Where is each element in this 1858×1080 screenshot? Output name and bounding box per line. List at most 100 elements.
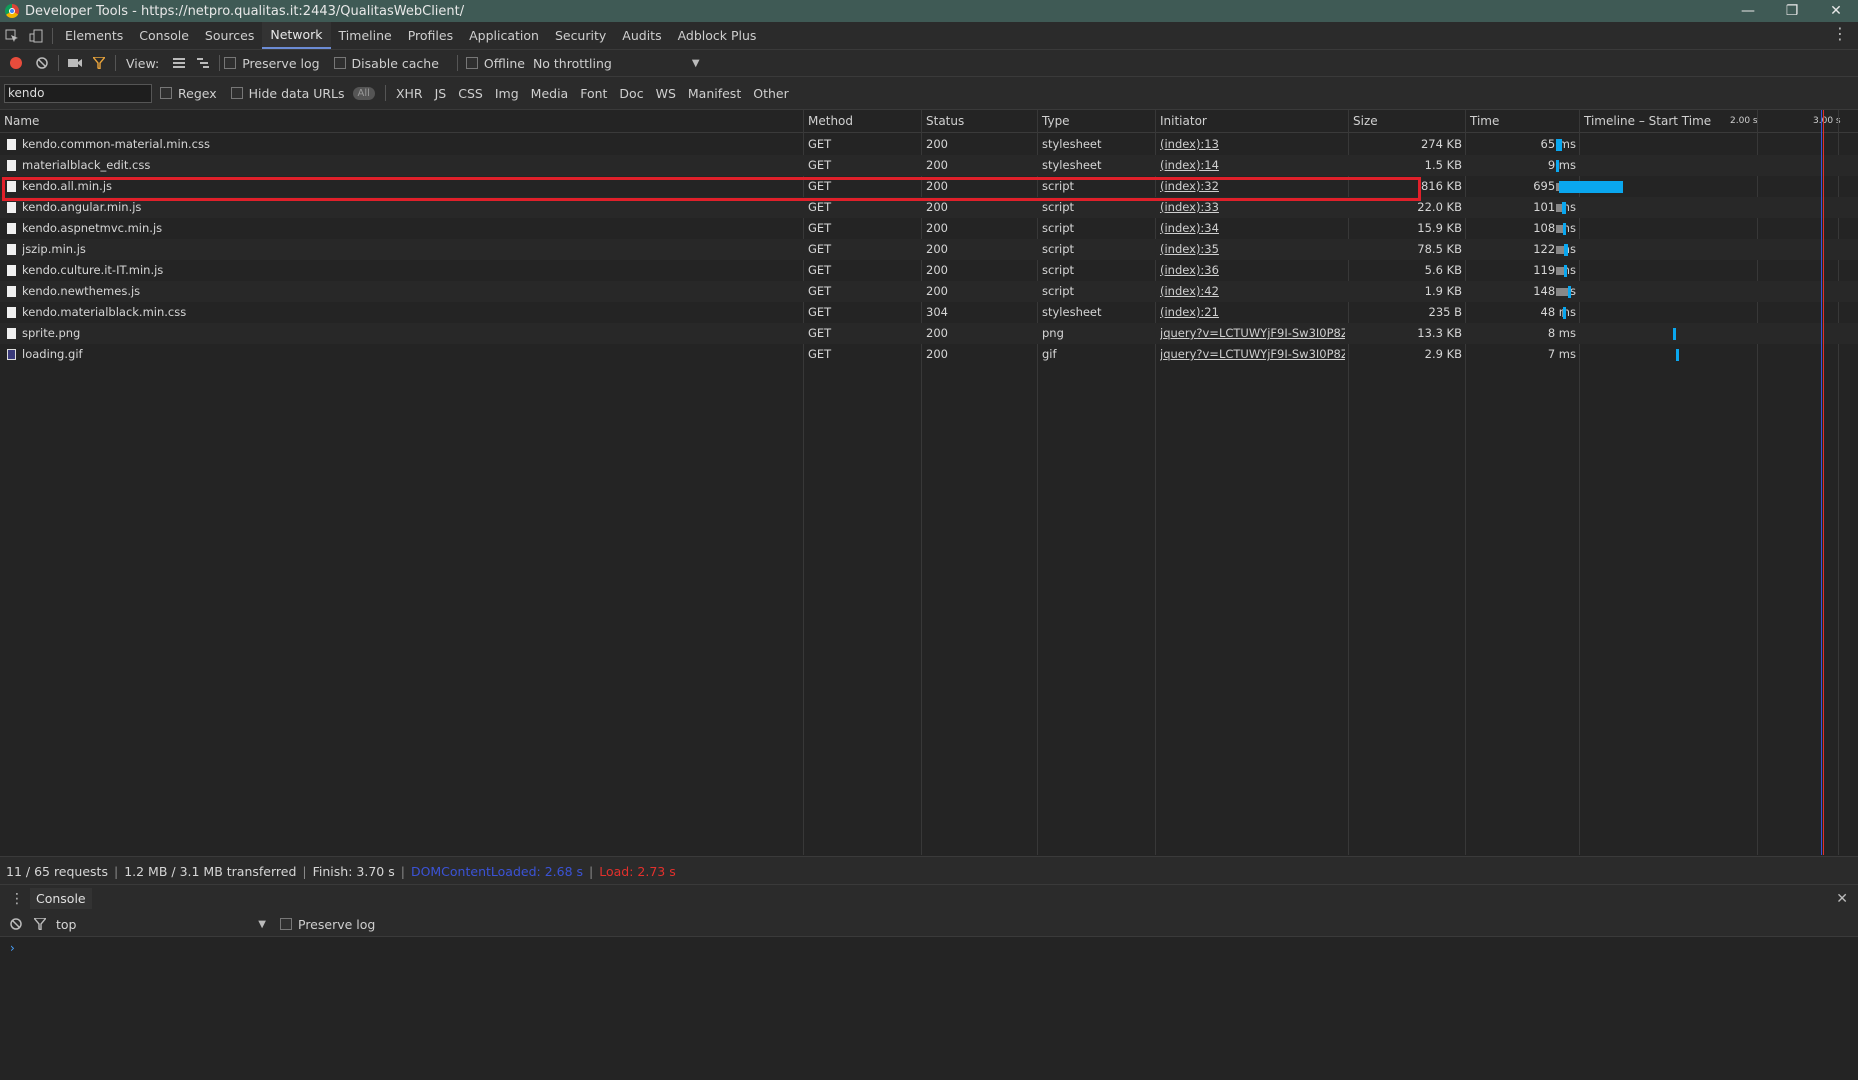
chevron-down-icon: ▼ — [691, 57, 700, 69]
filter-icon[interactable] — [87, 51, 111, 75]
table-row[interactable]: sprite.png GET 200 png jquery?v=LCTUWYjF9I-S… — [0, 323, 1858, 344]
filter-bar: Regex Hide data URLs All XHRJSCSSImgMedi… — [0, 77, 1858, 110]
tab-audits[interactable]: Audits — [614, 22, 669, 49]
tab-elements[interactable]: Elements — [57, 22, 131, 49]
device-toolbar-icon[interactable] — [24, 24, 48, 48]
table-row[interactable]: jszip.min.js GET 200 script (index):35 78.5 K… — [0, 239, 1858, 260]
filter-type-other[interactable]: Other — [747, 86, 795, 101]
record-button[interactable] — [10, 57, 22, 69]
filter-type-css[interactable]: CSS — [452, 86, 489, 101]
timeline-download-bar — [1563, 265, 1568, 277]
table-row[interactable]: materialblack_edit.css GET 200 stylesheet (i… — [0, 155, 1858, 176]
clear-icon[interactable] — [30, 51, 54, 75]
inspect-element-icon[interactable] — [0, 24, 24, 48]
tab-sources[interactable]: Sources — [197, 22, 262, 49]
file-icon — [7, 286, 16, 297]
column-header-timeline[interactable]: Timeline – Start Time 2.00 s 3.00 s — [1580, 110, 1858, 133]
table-row[interactable]: kendo.aspnetmvc.min.js GET 200 script (index… — [0, 218, 1858, 239]
network-toolbar: View: Preserve log Disable cache Offline… — [0, 50, 1858, 77]
column-header-name[interactable]: Name — [0, 110, 804, 133]
camera-icon[interactable] — [63, 51, 87, 75]
large-rows-icon[interactable] — [167, 51, 191, 75]
column-header-method[interactable]: Method — [804, 110, 922, 133]
column-header-status[interactable]: Status — [922, 110, 1038, 133]
request-size: 1.9 KB — [1424, 284, 1462, 298]
timeline-download-bar — [1556, 160, 1559, 172]
filter-type-js[interactable]: JS — [429, 86, 453, 101]
tab-timeline[interactable]: Timeline — [331, 22, 400, 49]
filter-type-font[interactable]: Font — [574, 86, 613, 101]
preserve-log-checkbox[interactable]: Preserve log — [224, 56, 320, 71]
filter-type-doc[interactable]: Doc — [613, 86, 649, 101]
offline-checkbox[interactable]: Offline — [465, 56, 525, 71]
request-time: 48 ms — [1540, 305, 1576, 319]
request-initiator[interactable]: jquery?v=LCTUWYjF9I-Sw3I0P8Zn... — [1160, 344, 1345, 365]
request-initiator[interactable]: (index):34 — [1160, 218, 1345, 239]
overview-icon[interactable] — [191, 51, 215, 75]
minimize-button[interactable]: — — [1726, 0, 1770, 22]
console-filter-icon[interactable] — [28, 912, 52, 936]
filter-type-manifest[interactable]: Manifest — [682, 86, 747, 101]
request-method: GET — [808, 221, 832, 235]
timeline-download-bar — [1563, 244, 1568, 256]
filter-all-button[interactable]: All — [352, 86, 375, 100]
request-initiator[interactable]: jquery?v=LCTUWYjF9I-Sw3I0P8Zn... — [1160, 323, 1345, 344]
request-type: gif — [1042, 347, 1057, 361]
timeline-download-bar — [1558, 181, 1624, 193]
filter-type-img[interactable]: Img — [489, 86, 525, 101]
tab-console[interactable]: Console — [131, 22, 197, 49]
table-row[interactable]: kendo.materialblack.min.css GET 304 stylesh… — [0, 302, 1858, 323]
tab-profiles[interactable]: Profiles — [400, 22, 461, 49]
hide-data-urls-checkbox[interactable]: Hide data URLs — [230, 86, 345, 101]
column-header-type[interactable]: Type — [1038, 110, 1156, 133]
column-header-initiator[interactable]: Initiator — [1156, 110, 1349, 133]
request-initiator[interactable]: (index):21 — [1160, 302, 1345, 323]
chevron-down-icon: ▼ — [258, 918, 266, 930]
more-options-icon[interactable]: ⋮ — [1832, 24, 1848, 43]
column-header-size[interactable]: Size — [1349, 110, 1466, 133]
close-drawer-icon[interactable]: ✕ — [1836, 891, 1848, 907]
request-method: GET — [808, 284, 832, 298]
table-row[interactable]: kendo.all.min.js GET 200 script (index):32 81… — [0, 176, 1858, 197]
request-initiator[interactable]: (index):35 — [1160, 239, 1345, 260]
filter-type-xhr[interactable]: XHR — [390, 86, 429, 101]
restore-button[interactable]: ❐ — [1770, 0, 1814, 22]
tab-network[interactable]: Network — [262, 22, 331, 49]
column-header-time[interactable]: Time — [1466, 110, 1580, 133]
tab-application[interactable]: Application — [461, 22, 547, 49]
tab-security[interactable]: Security — [547, 22, 614, 49]
filter-type-media[interactable]: Media — [525, 86, 575, 101]
filter-input[interactable] — [4, 83, 152, 103]
context-select[interactable]: top ▼ — [56, 917, 266, 932]
request-initiator[interactable]: (index):42 — [1160, 281, 1345, 302]
request-time: 8 ms — [1547, 326, 1576, 340]
request-initiator[interactable]: (index):33 — [1160, 197, 1345, 218]
close-window-button[interactable]: ✕ — [1814, 0, 1858, 22]
disable-cache-checkbox[interactable]: Disable cache — [333, 56, 439, 71]
throttling-select[interactable]: No throttling ▼ — [533, 56, 700, 71]
console-output[interactable]: › — [0, 937, 1858, 1080]
table-row[interactable]: kendo.common-material.min.css GET 200 style… — [0, 134, 1858, 155]
request-initiator[interactable]: (index):13 — [1160, 134, 1345, 155]
request-initiator[interactable]: (index):14 — [1160, 155, 1345, 176]
drawer-menu-icon[interactable]: ⋮ — [10, 891, 24, 907]
request-type: script — [1042, 179, 1075, 193]
request-name: kendo.all.min.js — [22, 179, 113, 193]
table-row[interactable]: kendo.angular.min.js GET 200 script (index):… — [0, 197, 1858, 218]
request-name: kendo.materialblack.min.css — [22, 305, 187, 319]
regex-checkbox[interactable]: Regex — [160, 86, 217, 101]
table-row[interactable]: loading.gif GET 200 gif jquery?v=LCTUWYjF9I-… — [0, 344, 1858, 365]
filter-type-ws[interactable]: WS — [650, 86, 682, 101]
clear-console-icon[interactable] — [4, 912, 28, 936]
table-row[interactable]: kendo.culture.it-IT.min.js GET 200 script (i… — [0, 260, 1858, 281]
request-type: png — [1042, 326, 1064, 340]
console-preserve-log-checkbox[interactable]: Preserve log — [280, 917, 375, 932]
tab-adblock-plus[interactable]: Adblock Plus — [670, 22, 765, 49]
request-status: 200 — [926, 200, 948, 214]
request-initiator[interactable]: (index):32 — [1160, 176, 1345, 197]
request-initiator[interactable]: (index):36 — [1160, 260, 1345, 281]
table-row[interactable]: kendo.newthemes.js GET 200 script (index):42… — [0, 281, 1858, 302]
request-count: 11 / 65 requests — [6, 863, 108, 879]
drawer-tab-console[interactable]: Console — [30, 888, 92, 909]
request-method: GET — [808, 347, 832, 361]
